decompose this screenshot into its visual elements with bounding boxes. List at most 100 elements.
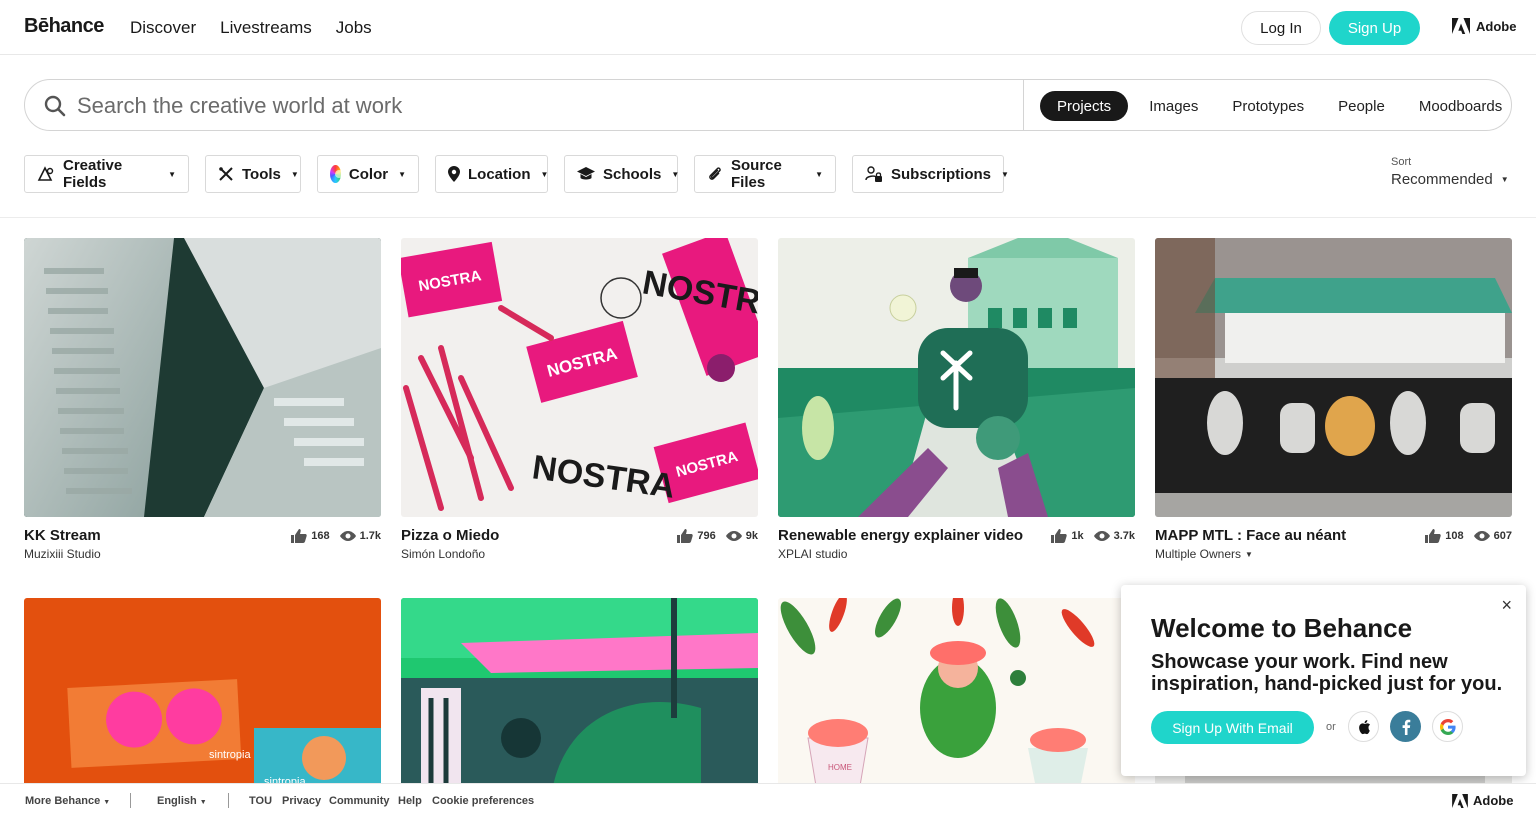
project-owner[interactable]: Muzixiii Studio [24, 547, 101, 561]
filter-creative-fields[interactable]: Creative Fields ▼ [24, 155, 189, 193]
caret-down-icon: ▼ [168, 169, 176, 179]
owner-name: XPLAI studio [778, 547, 848, 561]
project-title[interactable]: KK Stream [24, 527, 101, 544]
thumbs-up-icon [291, 529, 307, 543]
or-label: or [1326, 721, 1336, 733]
owner-name: Multiple Owners [1155, 547, 1242, 561]
nav-livestreams[interactable]: Livestreams [220, 18, 312, 38]
apple-signin-button[interactable] [1348, 711, 1379, 742]
more-behance-dropdown[interactable]: More Behance ▼ [25, 795, 110, 807]
project-thumbnail[interactable]: NOSTRA NOSTRA NOSTRA NOSTRA NOSTRA [401, 238, 758, 517]
adobe-logo-icon [1452, 793, 1468, 808]
likes-stat: 1k [1051, 529, 1084, 543]
project-card[interactable] [401, 598, 758, 798]
project-card[interactable]: sintropia sintropia [24, 598, 381, 798]
login-button[interactable]: Log In [1241, 11, 1321, 45]
footer-adobe-link[interactable]: Adobe [1452, 793, 1513, 808]
project-thumbnail[interactable] [24, 238, 381, 517]
adobe-logo-icon [1452, 18, 1470, 34]
thumbs-up-icon [1425, 529, 1441, 543]
likes-stat: 796 [677, 529, 716, 543]
sort-label: Sort [1391, 156, 1412, 168]
nav-jobs[interactable]: Jobs [336, 18, 372, 38]
project-card[interactable]: KK Stream Muzixiii Studio 168 1.7k [24, 238, 381, 561]
project-owner[interactable]: Simón Londoño [401, 547, 499, 561]
footer-link-tou[interactable]: TOU [249, 795, 272, 807]
thumb-text: sintropia [209, 749, 251, 761]
color-wheel-icon [330, 165, 343, 183]
project-thumbnail[interactable]: sintropia sintropia [24, 598, 381, 798]
views-stat: 9k [725, 530, 758, 542]
caret-down-icon: ▼ [540, 169, 549, 179]
eye-icon [725, 531, 742, 541]
adobe-label: Adobe [1473, 793, 1514, 808]
footer-link-privacy[interactable]: Privacy [282, 795, 321, 807]
footer-link-community[interactable]: Community [329, 795, 390, 807]
filter-subscriptions[interactable]: Subscriptions ▼ [852, 155, 1009, 193]
project-thumbnail[interactable] [401, 598, 758, 798]
signup-email-button[interactable]: Sign Up With Email [1151, 711, 1314, 744]
google-signin-button[interactable] [1432, 711, 1463, 742]
project-stats: 168 1.7k [291, 529, 381, 543]
thumbs-up-icon [677, 529, 694, 543]
tab-people[interactable]: People [1321, 91, 1402, 121]
views-stat: 1.7k [339, 530, 381, 542]
views-stat: 3.7k [1093, 530, 1135, 542]
project-card[interactable]: NOSTRA NOSTRA NOSTRA NOSTRA NOSTRA Pizza… [401, 238, 758, 561]
filter-location[interactable]: Location ▼ [435, 155, 548, 193]
language-label: English [157, 795, 197, 807]
adobe-link[interactable]: Adobe [1452, 18, 1516, 34]
project-title[interactable]: Pizza o Miedo [401, 527, 499, 544]
filter-label: Color [348, 165, 389, 183]
project-card[interactable]: HOME [778, 598, 1135, 798]
project-owner[interactable]: XPLAI studio [778, 547, 1023, 561]
filter-schools[interactable]: Schools ▼ [564, 155, 679, 193]
project-thumbnail[interactable] [778, 238, 1135, 517]
thumb-text: HOME [828, 763, 852, 772]
likes-count: 1k [1071, 530, 1084, 542]
project-card[interactable]: MAPP MTL : Face au néant Multiple Owners… [1155, 238, 1512, 561]
project-owner[interactable]: Multiple Owners ▼ [1155, 547, 1346, 561]
owner-name: Simón Londoño [401, 547, 486, 561]
search-bar: Projects Images Prototypes People Moodbo… [24, 79, 1512, 131]
footer-link-help[interactable]: Help [398, 795, 422, 807]
project-thumbnail[interactable] [1155, 238, 1512, 517]
tab-projects[interactable]: Projects [1040, 91, 1129, 121]
language-dropdown[interactable]: English ▼ [157, 795, 207, 807]
filter-color[interactable]: Color ▼ [317, 155, 419, 193]
google-icon [1439, 718, 1456, 735]
project-card[interactable]: Renewable energy explainer video XPLAI s… [778, 238, 1135, 561]
sort-dropdown[interactable]: Sort Recommended ▼ [1391, 156, 1509, 188]
filter-label: Tools [242, 165, 281, 183]
project-thumbnail[interactable]: HOME [778, 598, 1135, 798]
project-meta: Pizza o Miedo Simón Londoño 796 9k [401, 527, 758, 561]
footer-link-cookie-preferences[interactable]: Cookie preferences [432, 795, 534, 807]
caret-down-icon: ▼ [815, 169, 823, 179]
search-input[interactable] [77, 90, 977, 122]
creative-fields-icon [37, 165, 55, 183]
nav-discover[interactable]: Discover [130, 18, 196, 38]
caret-down-icon: ▼ [199, 799, 207, 806]
filter-source-files[interactable]: Source Files ▼ [694, 155, 836, 193]
project-title[interactable]: Renewable energy explainer video [778, 527, 1023, 544]
location-pin-icon [448, 165, 460, 183]
footer-separator [228, 793, 229, 808]
apple-icon [1358, 719, 1370, 734]
filter-tools[interactable]: Tools ▼ [205, 155, 301, 193]
tab-prototypes[interactable]: Prototypes [1215, 91, 1321, 121]
tab-images[interactable]: Images [1132, 91, 1215, 121]
tab-moodboards[interactable]: Moodboards [1402, 91, 1519, 121]
popup-title: Welcome to Behance [1151, 613, 1413, 643]
search-divider [1023, 80, 1024, 130]
facebook-signin-button[interactable] [1390, 711, 1421, 742]
project-stats: 1k 3.7k [1051, 529, 1135, 543]
eye-icon [1093, 531, 1110, 541]
caret-down-icon: ▼ [1500, 175, 1509, 184]
signup-button[interactable]: Sign Up [1329, 11, 1420, 45]
paperclip-icon [707, 165, 723, 183]
likes-stat: 168 [291, 529, 330, 543]
project-title[interactable]: MAPP MTL : Face au néant [1155, 527, 1346, 544]
close-icon[interactable]: × [1501, 595, 1512, 616]
likes-count: 108 [1445, 530, 1464, 542]
behance-logo[interactable]: Bēhance [24, 15, 104, 38]
